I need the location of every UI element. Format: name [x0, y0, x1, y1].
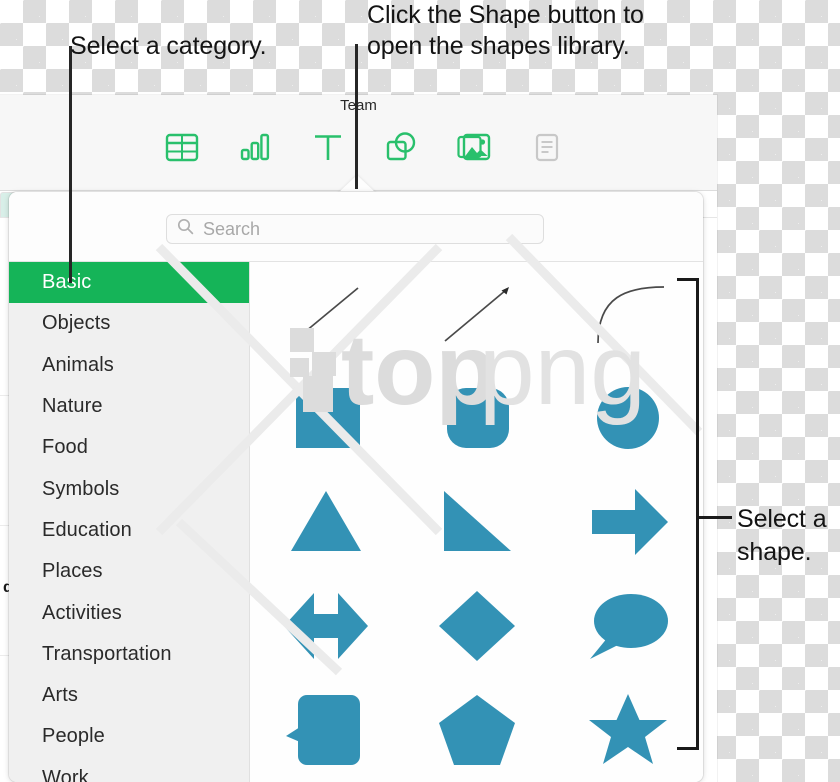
text-button[interactable] — [306, 127, 350, 169]
shapes-panel — [250, 262, 703, 782]
sidebar-item-activities[interactable]: Activities — [9, 592, 249, 633]
category-label: Symbols — [42, 477, 120, 500]
popover-header — [9, 192, 703, 262]
line-shape[interactable] — [250, 262, 401, 366]
toolbar-button-group — [0, 127, 717, 169]
sidebar-item-work[interactable]: Work — [9, 758, 249, 782]
sidebar-item-food[interactable]: Food — [9, 427, 249, 468]
sidebar-item-arts[interactable]: Arts — [9, 675, 249, 716]
category-label: People — [42, 725, 105, 748]
sidebar-item-animals[interactable]: Animals — [9, 345, 249, 386]
category-label: Animals — [42, 353, 114, 376]
media-icon — [456, 131, 492, 166]
search-input[interactable] — [203, 218, 523, 240]
category-label: Objects — [42, 312, 111, 335]
category-label: Transportation — [42, 642, 172, 665]
rounded-square-shape[interactable] — [401, 366, 552, 470]
media-button[interactable] — [452, 127, 496, 169]
shapes-grid — [250, 262, 703, 782]
annotation-select-category: Select a category. — [70, 32, 267, 60]
comment-icon — [532, 131, 562, 166]
document-title: Team — [340, 97, 377, 114]
annotation-shape-button: Click the Shape button to open the shape… — [367, 1, 644, 60]
double-arrow-shape[interactable] — [250, 574, 401, 678]
sidebar-item-people[interactable]: People — [9, 716, 249, 757]
search-field[interactable] — [166, 214, 544, 244]
chart-icon — [238, 131, 272, 166]
sidebar-item-symbols[interactable]: Symbols — [9, 468, 249, 509]
sidebar-item-education[interactable]: Education — [9, 510, 249, 551]
square-shape[interactable] — [250, 366, 401, 470]
sidebar-item-transportation[interactable]: Transportation — [9, 634, 249, 675]
triangle-shape[interactable] — [250, 470, 401, 574]
category-label: Nature — [42, 395, 103, 418]
shape-button[interactable] — [379, 127, 423, 169]
search-icon — [177, 218, 194, 240]
category-label: Arts — [42, 684, 78, 707]
diamond-shape[interactable] — [401, 574, 552, 678]
category-label: Basic — [42, 271, 92, 294]
sidebar-item-basic[interactable]: Basic — [9, 262, 249, 304]
sidebar-item-objects[interactable]: Objects — [9, 303, 249, 344]
sidebar-item-nature[interactable]: Nature — [9, 386, 249, 427]
text-icon — [311, 131, 345, 166]
leader-line-category — [69, 46, 72, 283]
sidebar-item-places[interactable]: Places — [9, 551, 249, 592]
category-label: Education — [42, 518, 132, 541]
shape-icon — [383, 130, 419, 167]
comment-button[interactable] — [525, 127, 569, 169]
annotation-select-shape: Select a shape. — [737, 505, 827, 566]
pentagon-shape[interactable] — [401, 678, 552, 782]
shapes-library-popover: Basic Objects Animals Nature Food Symbol… — [9, 192, 703, 782]
chart-button[interactable] — [233, 127, 277, 169]
shape-area-bracket — [677, 278, 699, 750]
arrow-line-shape[interactable] — [401, 262, 552, 366]
category-label: Places — [42, 560, 103, 583]
leader-line-shape-button — [355, 44, 358, 189]
right-triangle-shape[interactable] — [401, 470, 552, 574]
category-label: Work — [42, 766, 89, 782]
category-sidebar[interactable]: Basic Objects Animals Nature Food Symbol… — [9, 262, 250, 782]
category-label: Food — [42, 436, 88, 459]
table-button[interactable] — [160, 127, 204, 169]
category-label: Activities — [42, 601, 122, 624]
bracket-tick — [699, 516, 732, 519]
rect-callout-shape[interactable] — [250, 678, 401, 782]
table-icon — [165, 131, 199, 166]
